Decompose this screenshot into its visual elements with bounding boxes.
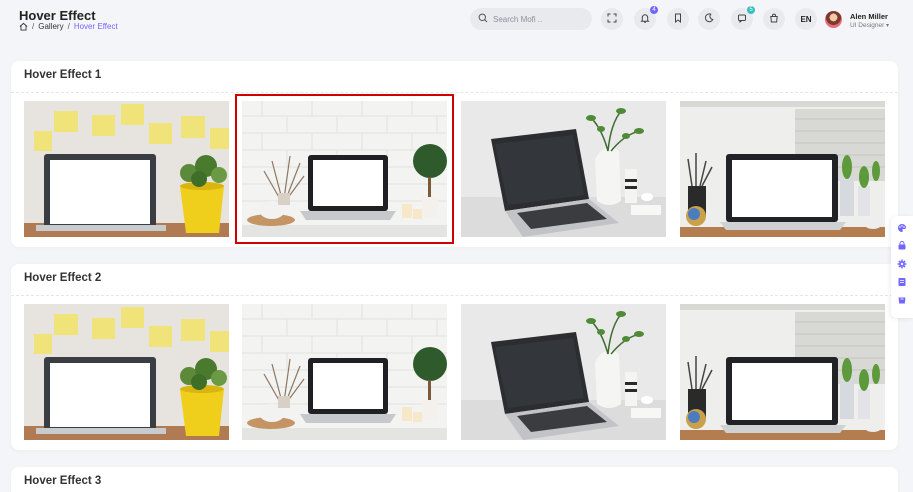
breadcrumb-gallery[interactable]: Gallery	[38, 22, 63, 31]
shopping-bag-icon	[769, 10, 779, 28]
chevron-down-icon: ▾	[884, 23, 890, 29]
card-title: Hover Effect 3	[24, 475, 102, 487]
breadcrumb-separator: /	[32, 22, 35, 31]
buy-button[interactable]	[896, 295, 908, 307]
bookmark-icon	[673, 10, 683, 28]
user-role-text: UI Designer	[850, 22, 885, 29]
card-title: Hover Effect 2	[24, 272, 102, 284]
gallery-image-laptop-desk-pencils[interactable]	[680, 101, 885, 237]
settings-button[interactable]	[896, 259, 908, 271]
cart-badge: 5	[747, 6, 755, 14]
search-box[interactable]	[470, 8, 592, 30]
bookmark-button[interactable]	[667, 8, 689, 30]
message-icon	[737, 10, 747, 28]
gallery-image-laptop-brick-wall[interactable]	[242, 304, 447, 440]
user-role[interactable]: UI Designer ▾	[850, 22, 889, 29]
documentation-button[interactable]	[896, 277, 908, 289]
palette-button[interactable]	[896, 223, 908, 235]
support-icon	[897, 238, 907, 256]
card-divider	[11, 295, 898, 296]
palette-icon	[897, 220, 907, 238]
language-button[interactable]: EN	[795, 8, 817, 30]
messages-button[interactable]: 5	[731, 6, 755, 30]
notification-button[interactable]: 4	[634, 6, 658, 30]
breadcrumb-current: Hover Effect	[73, 22, 118, 31]
fullscreen-button[interactable]	[601, 8, 623, 30]
home-icon[interactable]	[19, 22, 28, 31]
top-header: Hover Effect / Gallery / Hover Effect 4	[0, 0, 913, 42]
breadcrumb: / Gallery / Hover Effect	[19, 22, 118, 31]
avatar[interactable]	[825, 11, 842, 28]
gallery-image-laptop-sticky-notes[interactable]	[24, 304, 229, 440]
gallery-image-laptop-sticky-notes[interactable]	[24, 101, 229, 237]
hover-effect-card-1: Hover Effect 1	[11, 61, 898, 247]
hover-effect-card-3: Hover Effect 3	[11, 467, 898, 492]
support-button[interactable]	[896, 241, 908, 253]
cart-button[interactable]	[763, 8, 785, 30]
cart-icon	[897, 292, 907, 310]
gallery-image-laptop-desk-pencils[interactable]	[680, 304, 885, 440]
moon-icon	[704, 10, 714, 28]
search-input[interactable]	[493, 14, 583, 24]
gallery-image-laptop-vase[interactable]	[461, 101, 666, 237]
page-title: Hover Effect	[19, 8, 96, 23]
card-title: Hover Effect 1	[24, 69, 102, 81]
customizer-toolbar	[891, 216, 913, 318]
user-name[interactable]: Alen Miller	[850, 12, 888, 21]
document-icon	[897, 274, 907, 292]
bell-icon	[640, 10, 650, 28]
search-icon	[478, 10, 488, 28]
breadcrumb-separator: /	[67, 22, 70, 31]
card-divider	[11, 92, 898, 93]
gallery-image-laptop-brick-wall[interactable]	[235, 94, 454, 244]
language-label: EN	[800, 14, 812, 24]
fullscreen-icon	[607, 10, 617, 28]
dark-mode-button[interactable]	[698, 8, 720, 30]
hover-effect-card-2: Hover Effect 2	[11, 264, 898, 450]
gallery-image-laptop-vase[interactable]	[461, 304, 666, 440]
notification-badge: 4	[650, 6, 658, 14]
gear-icon	[897, 256, 907, 274]
